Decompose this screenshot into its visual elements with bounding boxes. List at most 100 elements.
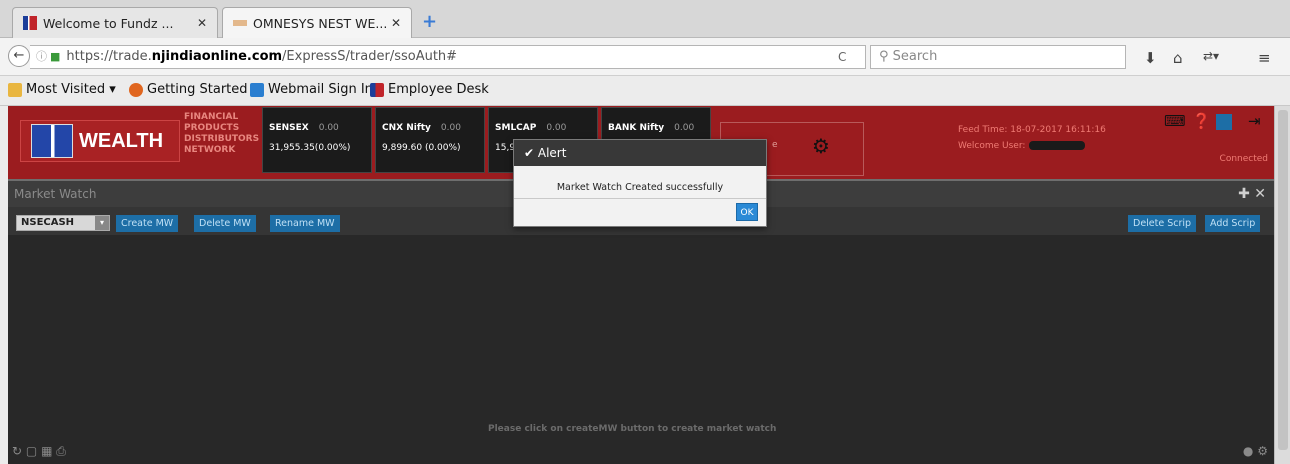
new-tab-plus-icon[interactable]: + [422, 11, 437, 32]
search-placeholder: Search [892, 49, 938, 64]
settings-icon[interactable]: ⚙ [1257, 444, 1268, 458]
download-icon[interactable]: ⬇ [1144, 49, 1157, 67]
check-icon: ✔ [524, 146, 538, 160]
bookmark-label: Webmail Sign In [268, 82, 373, 97]
nj-icon [370, 82, 384, 97]
panel-text: e [772, 140, 778, 150]
reload-icon[interactable]: C [838, 50, 846, 64]
bookmark-webmail[interactable]: Webmail Sign In [250, 82, 373, 97]
index-change: 0.00 [546, 123, 567, 133]
panel-title: Market Watch [14, 187, 97, 201]
panel-controls: ✚ ✕ [1238, 181, 1266, 207]
bookmark-employee-desk[interactable]: Employee Desk [370, 82, 489, 97]
delete-scrip-button[interactable]: Delete Scrip [1128, 215, 1197, 232]
app-window: Welcome to Fundz ... ✕ OMNESYS NEST WE..… [0, 0, 1290, 464]
bookmark-label: Employee Desk [388, 82, 489, 97]
index-tile-nifty[interactable]: CNX Nifty 0.00 9,899.60 (0.00%) [375, 107, 485, 173]
exchange-select[interactable]: NSECASH ▾ [16, 215, 110, 231]
browser-nav-bar: ← ⓘ ■ https://trade.njindiaonline.com/Expr… [0, 38, 1290, 76]
connection-status: Connected [1219, 154, 1268, 164]
alert-title: Alert [537, 146, 567, 160]
url-bar[interactable]: ⓘ ■ https://trade.njindiaonline.com/Expres… [30, 45, 866, 69]
page-scrollbar[interactable] [1274, 106, 1290, 464]
index-name: SENSEX [269, 123, 309, 133]
index-change: 0.00 [440, 123, 461, 133]
tagline-line: NETWORK [184, 145, 236, 155]
alert-dialog: ✔ Alert Market Watch Created successfull… [513, 139, 767, 227]
index-change: 0.00 [674, 123, 695, 133]
add-scrip-button[interactable]: Add Scrip [1205, 215, 1261, 232]
bookmarks-bar: Most Visited ▾ Getting Started Webmail S… [0, 76, 1290, 106]
nj-logo-icon [31, 124, 73, 158]
index-name: BANK Nifty [608, 123, 665, 133]
bookmark-most-visited[interactable]: Most Visited ▾ [8, 82, 116, 97]
tab-title: OMNESYS NEST WE... [253, 15, 387, 31]
ok-button[interactable]: OK [736, 203, 758, 221]
tab-fundz[interactable]: Welcome to Fundz ... ✕ [12, 7, 218, 38]
index-change: 0.00 [318, 123, 339, 133]
tab-title: Welcome to Fundz ... [43, 15, 174, 31]
refresh-icon[interactable]: ↻ [12, 444, 22, 458]
logout-icon[interactable]: ⇥ [1248, 112, 1261, 130]
redacted-username [1029, 141, 1086, 150]
print-icon[interactable]: ⎙ [56, 444, 66, 458]
close-tab-icon[interactable]: ✕ [197, 16, 207, 30]
index-value: 31,955.35(0.00%) [269, 143, 351, 153]
tagline-line: FINANCIAL [184, 112, 239, 122]
exchange-value: NSECASH [21, 217, 75, 228]
tab-omnesys[interactable]: OMNESYS NEST WE... ✕ [222, 7, 412, 38]
gear-icon[interactable]: ⚙ [812, 134, 830, 158]
back-arrow-icon[interactable]: ← [8, 45, 30, 67]
alert-message: Market Watch Created successfully [556, 182, 724, 193]
delete-mw-button[interactable]: Delete MW [194, 215, 256, 232]
browser-tab-bar: Welcome to Fundz ... ✕ OMNESYS NEST WE..… [0, 0, 1290, 38]
info-icon[interactable]: ● [1243, 444, 1253, 458]
save-icon[interactable] [1216, 114, 1232, 130]
folder-icon [8, 82, 22, 97]
footer-icons-left: ↻ ▢ ▦ ⎙ [12, 444, 66, 459]
alert-header: ✔ Alert [514, 140, 766, 166]
index-name: CNX Nifty [382, 123, 431, 133]
index-tile-sensex[interactable]: SENSEX 0.00 31,955.35(0.00%) [262, 107, 372, 173]
brand-tagline: FINANCIAL PRODUCTS DISTRIBUTORS NETWORK [184, 112, 259, 156]
search-input[interactable]: ⚲ Search [870, 45, 1126, 69]
tagline-line: PRODUCTS [184, 123, 240, 133]
rename-mw-button[interactable]: Rename MW [270, 215, 340, 232]
create-mw-button[interactable]: Create MW [116, 215, 179, 232]
feed-time: Feed Time: 18-07-2017 16:11:16 [958, 125, 1106, 135]
chevron-down-icon[interactable]: ▾ [95, 216, 109, 230]
firefox-icon [129, 82, 143, 97]
home-icon[interactable]: ⌂ [1173, 49, 1183, 67]
help-icon[interactable]: ❓ [1192, 112, 1211, 130]
feed-info: Feed Time: 18-07-2017 16:11:16 Welcome U… [958, 122, 1106, 154]
lock-icon: ■ [50, 50, 61, 63]
keyboard-icon[interactable]: ⌨ [1164, 112, 1186, 130]
footer-icons-right: ● ⚙ [1243, 444, 1268, 458]
bookmark-getting-started[interactable]: Getting Started [129, 82, 248, 97]
scrollbar-thumb[interactable] [1278, 110, 1288, 450]
menu-icon[interactable]: ≡ [1258, 49, 1271, 67]
grid-icon[interactable]: ▦ [41, 444, 52, 458]
close-icon[interactable]: ✕ [1254, 186, 1266, 202]
url-path: /ExpressS/trader/ssoAuth# [282, 49, 458, 64]
omnesys-favicon-icon [233, 20, 247, 26]
nj-favicon-icon [23, 16, 37, 30]
bookmark-label: Most Visited ▾ [26, 82, 116, 97]
blank-icon[interactable]: ▢ [26, 444, 37, 458]
index-name: SMLCAP [495, 123, 537, 133]
search-icon: ⚲ [879, 49, 893, 64]
index-value: 9,899.60 (0.00%) [382, 143, 461, 153]
add-icon[interactable]: ✚ [1238, 186, 1250, 202]
info-icon[interactable]: ⓘ [36, 50, 47, 63]
webmail-icon [250, 82, 264, 97]
bookmark-label: Getting Started [147, 82, 248, 97]
nj-wealth-logo: WEALTH [20, 120, 180, 162]
welcome-label: Welcome User: [958, 141, 1026, 151]
empty-state-hint: Please click on createMW button to creat… [488, 424, 777, 434]
url-prefix: https://trade. [66, 49, 152, 64]
tagline-line: DISTRIBUTORS [184, 134, 260, 144]
url-domain: njindiaonline.com [151, 49, 283, 64]
divider [514, 198, 766, 199]
close-tab-icon[interactable]: ✕ [391, 16, 401, 30]
share-icon[interactable]: ⇄▾ [1203, 49, 1219, 63]
